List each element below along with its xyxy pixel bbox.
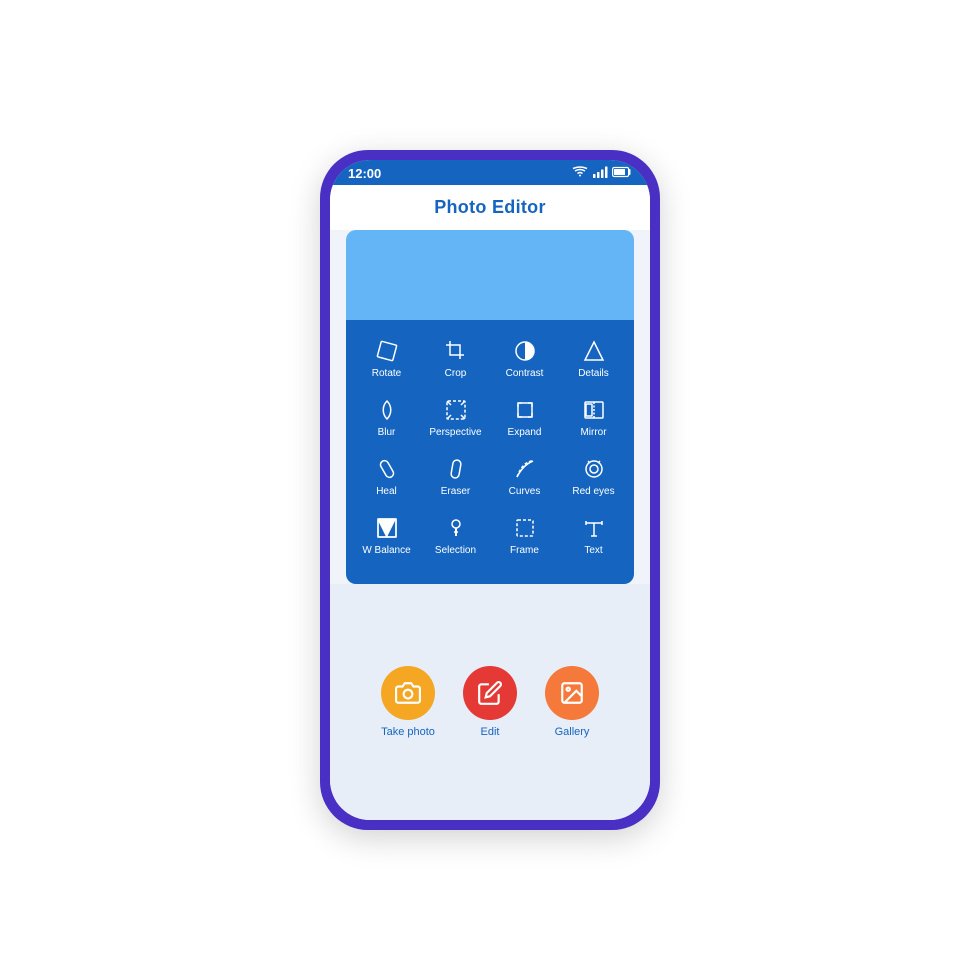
rotate-icon bbox=[375, 338, 399, 364]
curves-label: Curves bbox=[509, 486, 541, 497]
rotate-label: Rotate bbox=[372, 368, 401, 379]
perspective-icon bbox=[444, 397, 468, 423]
eraser-label: Eraser bbox=[441, 486, 470, 497]
crop-icon bbox=[444, 338, 468, 364]
tool-eraser[interactable]: Eraser bbox=[423, 448, 488, 503]
tool-rotate[interactable]: Rotate bbox=[354, 330, 419, 385]
status-bar: 12:00 bbox=[330, 160, 650, 185]
bottom-buttons: Take photo Edit bbox=[381, 666, 599, 738]
edit-circle bbox=[463, 666, 517, 720]
wifi-icon bbox=[572, 166, 588, 181]
contrast-label: Contrast bbox=[506, 368, 544, 379]
tool-heal[interactable]: Heal bbox=[354, 448, 419, 503]
w-balance-label: W Balance bbox=[362, 545, 410, 556]
text-label: Text bbox=[584, 545, 602, 556]
mirror-label: Mirror bbox=[580, 427, 606, 438]
tool-text[interactable]: Text bbox=[561, 507, 626, 562]
bottom-area: Take photo Edit bbox=[330, 584, 650, 820]
tool-expand[interactable]: Expand bbox=[492, 389, 557, 444]
tool-contrast[interactable]: Contrast bbox=[492, 330, 557, 385]
tool-mirror[interactable]: Mirror bbox=[561, 389, 626, 444]
expand-icon bbox=[513, 397, 537, 423]
phone-frame: 12:00 bbox=[320, 150, 660, 830]
eraser-icon bbox=[444, 456, 468, 482]
status-icons bbox=[572, 166, 632, 181]
selection-icon bbox=[444, 515, 468, 541]
signal-icon bbox=[592, 166, 608, 181]
heal-icon bbox=[375, 456, 399, 482]
phone-screen: 12:00 bbox=[330, 160, 650, 820]
text-icon bbox=[582, 515, 606, 541]
tool-details[interactable]: Details bbox=[561, 330, 626, 385]
contrast-icon bbox=[513, 338, 537, 364]
blur-label: Blur bbox=[378, 427, 396, 438]
status-time: 12:00 bbox=[348, 166, 381, 181]
edit-label: Edit bbox=[481, 726, 500, 738]
tool-crop[interactable]: Crop bbox=[423, 330, 488, 385]
red-eyes-label: Red eyes bbox=[572, 486, 614, 497]
gallery-circle bbox=[545, 666, 599, 720]
details-label: Details bbox=[578, 368, 609, 379]
tool-blur[interactable]: Blur bbox=[354, 389, 419, 444]
app-title: Photo Editor bbox=[434, 197, 546, 217]
take-photo-button[interactable]: Take photo bbox=[381, 666, 435, 738]
w-balance-icon bbox=[375, 515, 399, 541]
tool-red-eyes[interactable]: Red eyes bbox=[561, 448, 626, 503]
heal-label: Heal bbox=[376, 486, 397, 497]
tool-curves[interactable]: Curves bbox=[492, 448, 557, 503]
red-eyes-icon bbox=[582, 456, 606, 482]
tool-selection[interactable]: Selection bbox=[423, 507, 488, 562]
popup-arrow bbox=[478, 562, 502, 576]
photo-preview bbox=[346, 230, 634, 320]
frame-icon bbox=[513, 515, 537, 541]
tools-grid: Rotate Crop Contrast bbox=[354, 330, 626, 562]
app-header: Photo Editor bbox=[330, 185, 650, 230]
frame-label: Frame bbox=[510, 545, 539, 556]
edit-button[interactable]: Edit bbox=[463, 666, 517, 738]
gallery-button[interactable]: Gallery bbox=[545, 666, 599, 738]
tool-w-balance[interactable]: W Balance bbox=[354, 507, 419, 562]
details-icon bbox=[582, 338, 606, 364]
tool-perspective[interactable]: Perspective bbox=[423, 389, 488, 444]
perspective-label: Perspective bbox=[429, 427, 481, 438]
mirror-icon bbox=[582, 397, 606, 423]
curves-icon bbox=[513, 456, 537, 482]
blur-icon bbox=[375, 397, 399, 423]
edit-tools-panel: Rotate Crop Contrast bbox=[346, 320, 634, 584]
expand-label: Expand bbox=[508, 427, 542, 438]
gallery-label: Gallery bbox=[555, 726, 590, 738]
tool-frame[interactable]: Frame bbox=[492, 507, 557, 562]
take-photo-circle bbox=[381, 666, 435, 720]
battery-icon bbox=[612, 166, 632, 181]
take-photo-label: Take photo bbox=[381, 726, 435, 738]
selection-label: Selection bbox=[435, 545, 476, 556]
crop-label: Crop bbox=[445, 368, 467, 379]
